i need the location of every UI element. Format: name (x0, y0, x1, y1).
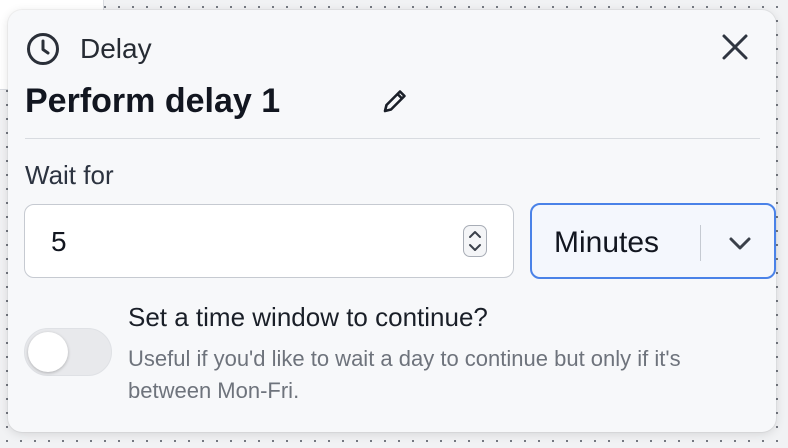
wait-unit-select[interactable]: Minutes (530, 203, 776, 279)
panel-type-title: Delay (80, 33, 152, 64)
wait-for-label: Wait for (25, 160, 114, 190)
time-window-title: Set a time window to continue? (128, 302, 488, 332)
node-name: Perform delay 1 (25, 82, 281, 120)
time-window-toggle[interactable] (24, 328, 112, 376)
clock-icon (26, 32, 60, 66)
close-button[interactable] (720, 34, 750, 64)
select-separator (700, 225, 701, 261)
chevron-down-icon (726, 229, 754, 257)
wait-unit-value: Minutes (554, 226, 660, 259)
wait-amount-input[interactable]: 5 (24, 204, 514, 278)
panel-header: Delay (26, 32, 152, 66)
wait-amount-value: 5 (51, 226, 67, 257)
pencil-icon (380, 90, 410, 120)
toggle-knob (28, 332, 68, 372)
delay-panel: Delay Perform delay 1 Wait for 5 Minutes… (8, 10, 776, 432)
stepper-arrows-icon[interactable] (463, 225, 487, 257)
time-window-description: Useful if you'd like to wait a day to co… (128, 346, 681, 403)
close-icon (721, 33, 749, 66)
edit-name-button[interactable] (380, 86, 410, 116)
header-divider (25, 138, 760, 139)
